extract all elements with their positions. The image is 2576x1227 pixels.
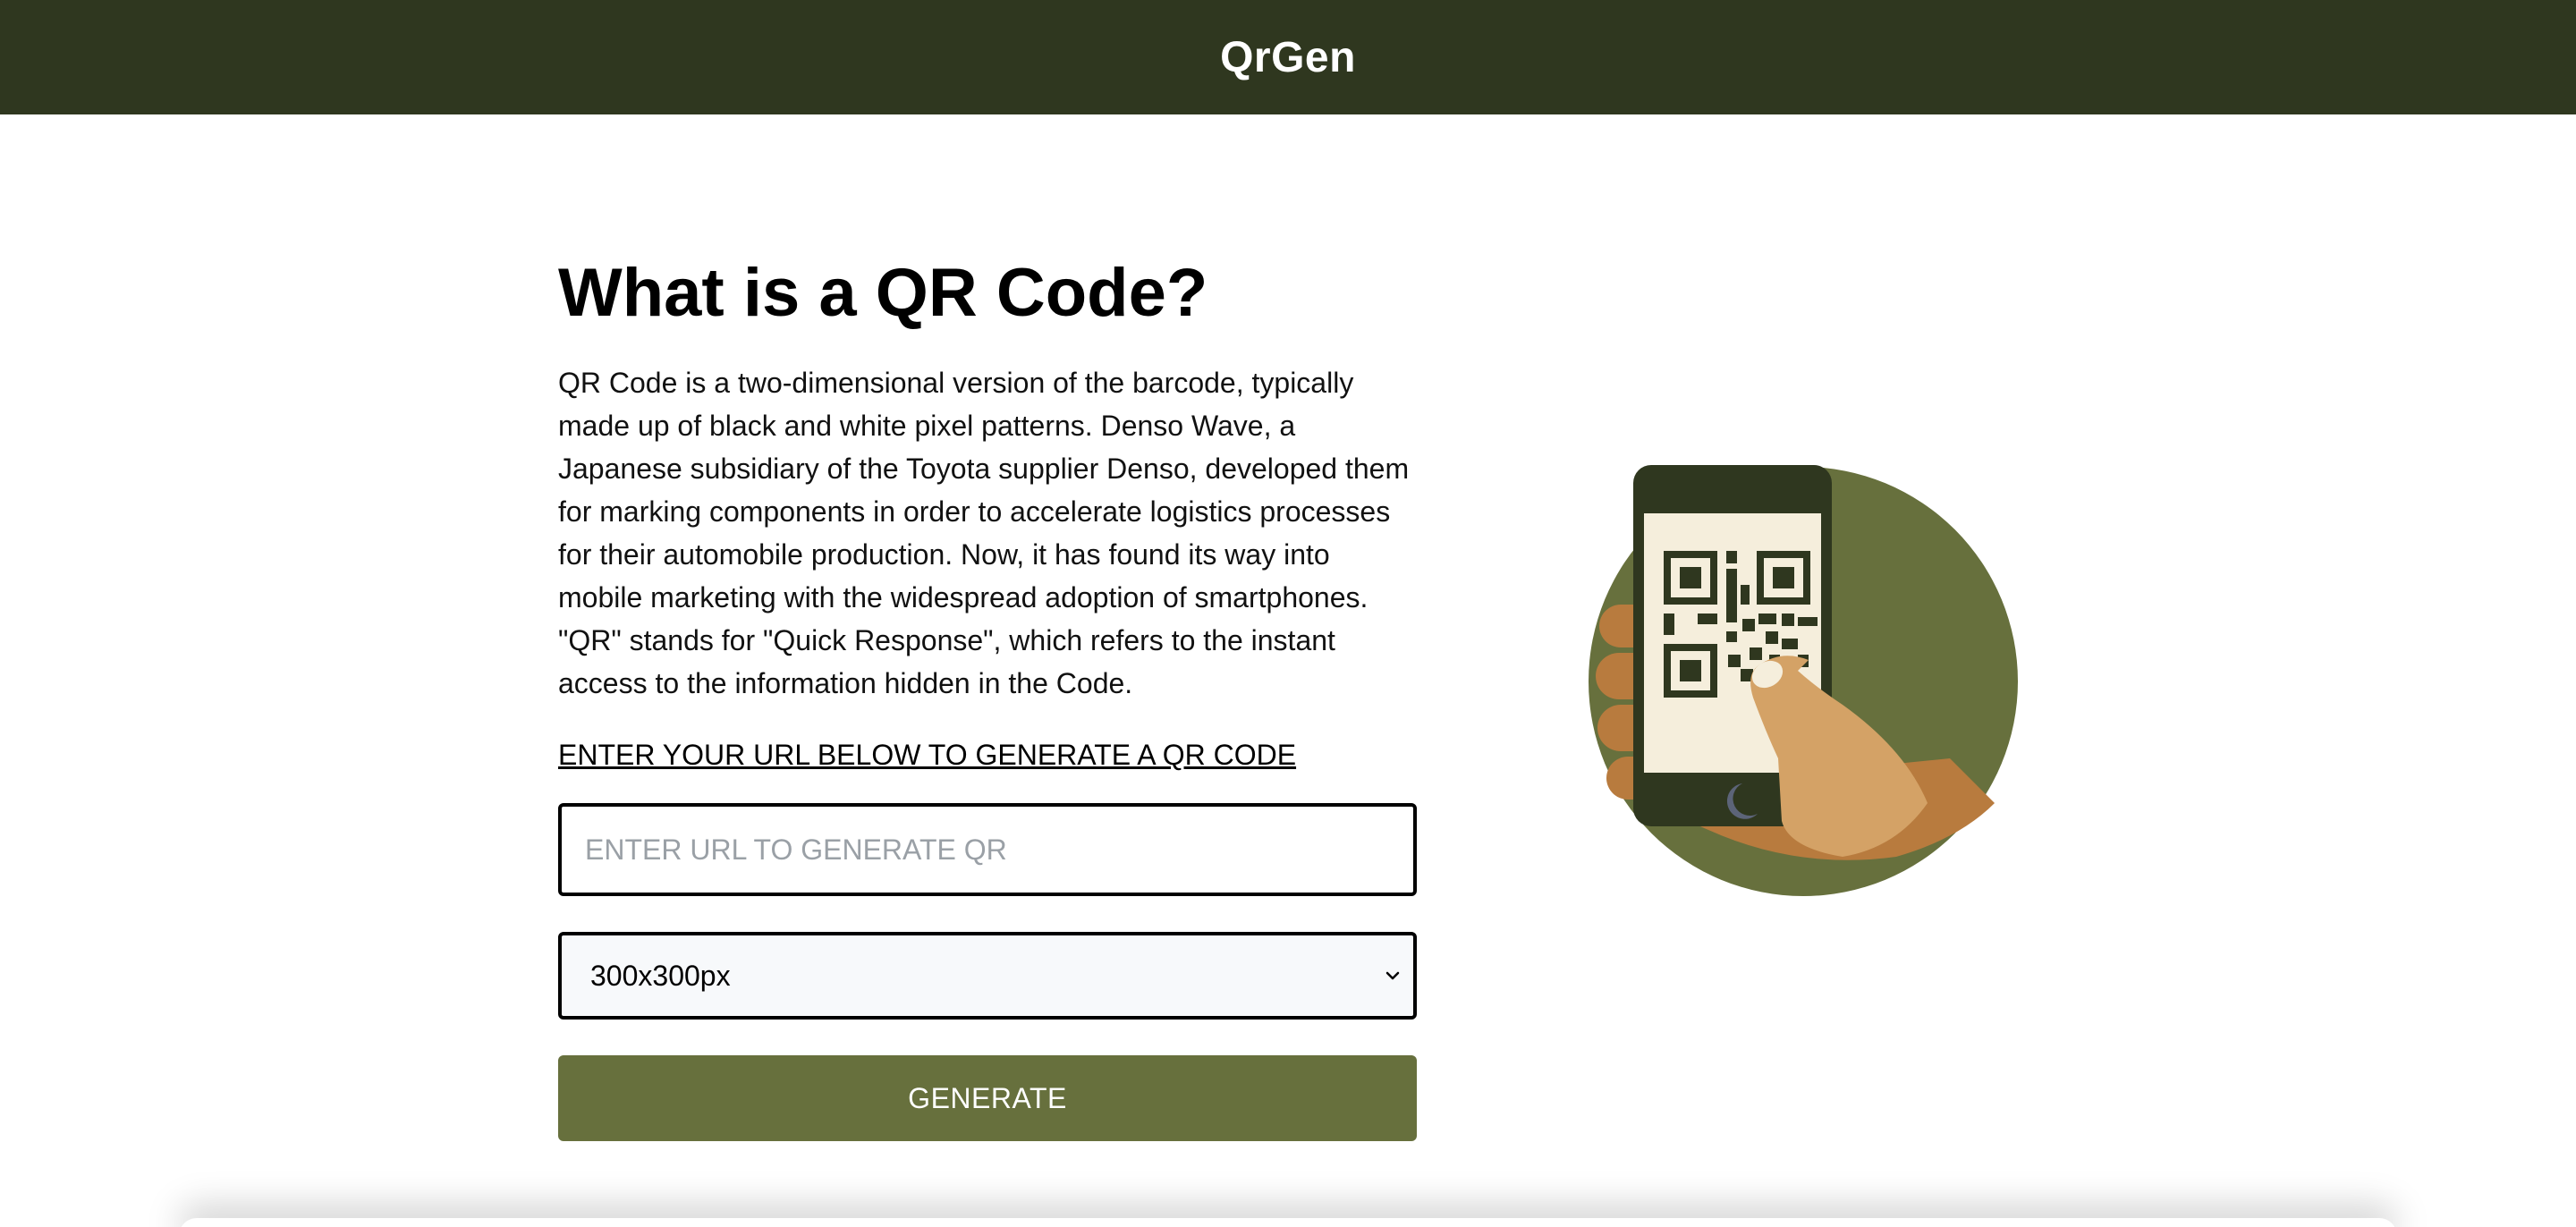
top-bar: QrGen bbox=[0, 0, 2576, 114]
size-select[interactable]: 300x300px bbox=[558, 932, 1417, 1020]
bottom-shadow-divider bbox=[179, 1218, 2397, 1227]
chevron-down-icon bbox=[1385, 971, 1400, 980]
generate-button[interactable]: GENERATE bbox=[558, 1055, 1417, 1141]
main-content: What is a QR Code? QR Code is a two-dime… bbox=[558, 250, 1417, 1141]
page-title: What is a QR Code? bbox=[558, 255, 1208, 331]
qr-description: QR Code is a two-dimensional version of … bbox=[558, 367, 1410, 699]
size-select-value: 300x300px bbox=[590, 959, 731, 992]
brand-logo[interactable]: QrGen bbox=[1220, 33, 1356, 82]
url-input[interactable] bbox=[558, 803, 1417, 896]
url-instruction-label: ENTER YOUR URL BELOW TO GENERATE A QR CO… bbox=[558, 739, 1297, 771]
phone-scanning-qr-icon bbox=[1589, 465, 2018, 896]
